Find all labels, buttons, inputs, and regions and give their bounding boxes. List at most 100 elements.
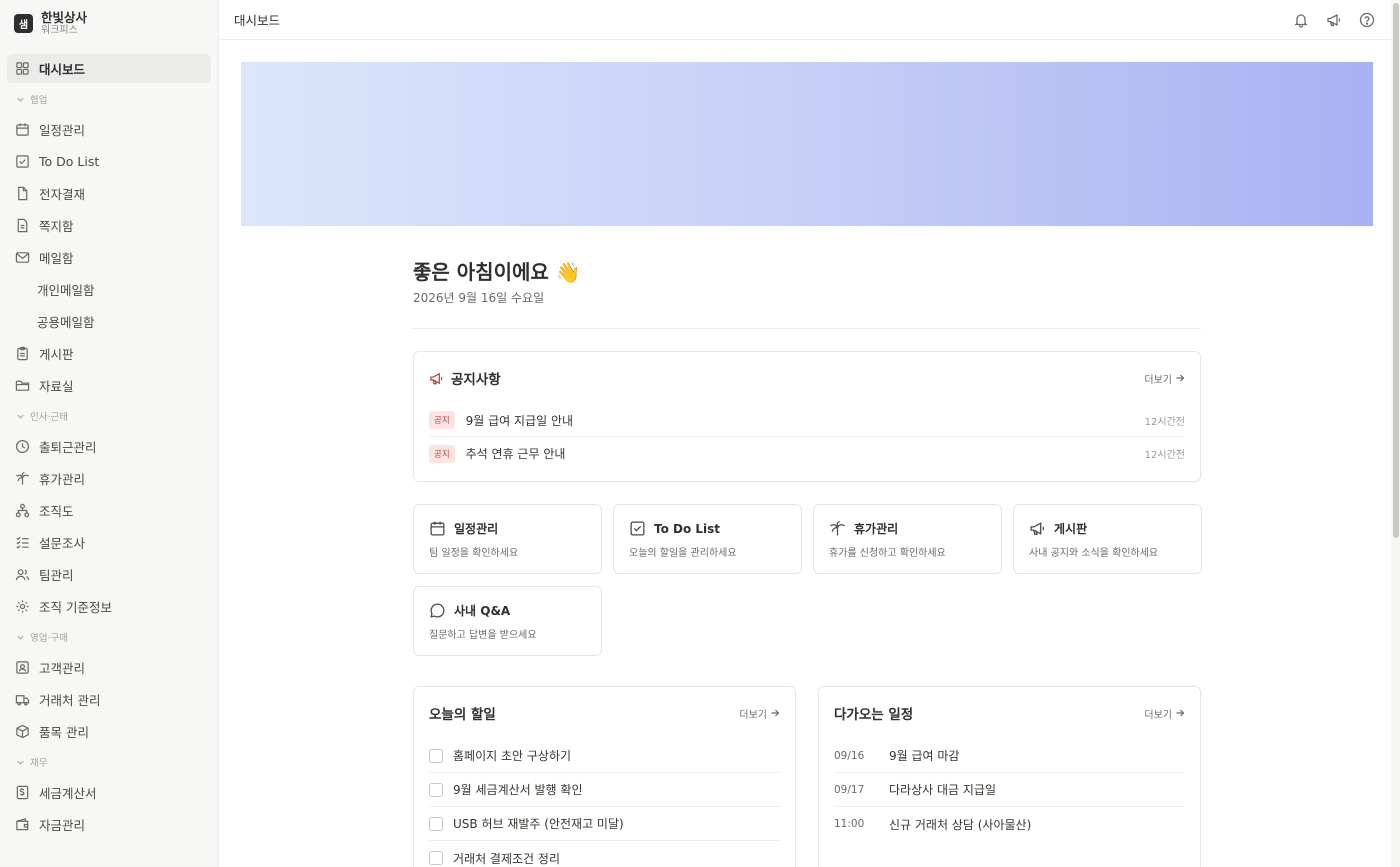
notice-row-title: 9월 급여 지급일 안내 [465,413,574,428]
sidebar-item-mail-shared[interactable]: 공용메일함 [7,307,211,336]
sidebar-item-label: 공용메일함 [37,315,95,330]
scrollbar-thumb[interactable] [1393,3,1399,538]
bell-icon [1293,13,1308,28]
sidebar-item-label: 팀관리 [39,568,74,583]
sidebar-item-label: 메일함 [39,251,74,266]
announcement-button[interactable] [1324,10,1343,29]
notice-row-time: 12시간전 [1144,416,1185,428]
schedule-item[interactable]: 09/17 다라상사 대금 지급일 [834,773,1185,807]
sidebar-item-label: 품목 관리 [39,725,89,740]
divider [413,328,1201,329]
page-title: 대시보드 [234,13,281,28]
quick-link-todo[interactable]: To Do List 오늘의 할일을 관리하세요 [613,504,802,574]
sidebar-item-label: 세금계산서 [39,786,97,801]
sidebar-item-label: To Do List [39,154,100,169]
help-icon [1359,12,1374,27]
todo-item-text: 거래처 결제조건 정리 [453,851,560,866]
sidebar-item-approval[interactable]: 전자결재 [7,179,211,208]
sidebar-item-tax-invoice[interactable]: 세금계산서 [7,778,211,807]
sidebar-item-org[interactable]: 조직도 [7,496,211,525]
upcoming-more-link[interactable]: 더보기 [1144,706,1185,721]
arrow-right-icon [771,709,780,717]
section-collab[interactable]: 협업 [7,88,211,110]
workspace-switcher[interactable]: 샘 한빛상사 워크피스 [0,0,218,46]
todo-item: 9월 세금계산서 발행 확인 [429,773,780,807]
schedule-item[interactable]: 09/16 9월 급여 마감 [834,739,1185,773]
sidebar-item-todo[interactable]: To Do List [7,147,211,176]
page-scrollbar[interactable] [1391,0,1400,867]
sidebar-item-files[interactable]: 자료실 [7,371,211,400]
todo-checkbox[interactable] [429,851,443,865]
todo-item: USB 허브 재발주 (안전재고 미달) [429,807,780,841]
notice-row[interactable]: 공지 추석 연휴 근무 안내 12시간전 [429,437,1185,470]
sidebar-item-survey[interactable]: 설문조사 [7,528,211,557]
sidebar-item-mail-personal[interactable]: 개인메일함 [7,275,211,304]
todo-card-title: 오늘의 할일 [429,707,496,723]
quick-link-desc: 오늘의 할일을 관리하세요 [629,548,737,559]
todo-item: 홈페이지 초안 구상하기 [429,739,780,773]
notice-more-link[interactable]: 더보기 [1144,371,1185,386]
notice-title: 공지사항 [451,372,501,388]
todo-checkbox[interactable] [429,748,443,763]
sidebar: 샘 한빛상사 워크피스 대시보드 협업 일정관리 To Do List 전자결재 [0,0,219,867]
upcoming-card: 다가오는 일정 더보기 09/16 9월 급여 마감 09/17 다라상사 대금… [818,686,1201,867]
sidebar-item-customer[interactable]: 고객관리 [7,653,211,682]
sidebar-item-memo[interactable]: 쪽지함 [7,211,211,240]
more-label: 더보기 [1144,374,1172,386]
megaphone-icon [429,371,444,386]
calendar-icon [429,520,446,537]
arrow-right-icon [1176,374,1185,382]
chevron-down-icon [17,414,24,419]
quick-link-board[interactable]: 게시판 사내 공지와 소식을 확인하세요 [1013,504,1202,574]
quick-link-desc: 질문하고 답변을 받으세요 [429,630,537,641]
sidebar-item-attendance[interactable]: 출퇴근관리 [7,432,211,461]
schedule-item[interactable]: 11:00 신규 거래처 상담 (사아물산) [834,807,1185,841]
todo-checkbox[interactable] [429,782,443,797]
quick-link-title: 휴가관리 [854,522,899,536]
quick-link-qna[interactable]: 사내 Q&A 질문하고 답변을 받으세요 [413,586,602,656]
quick-link-desc: 팀 일정을 확인하세요 [429,548,519,559]
schedule-date: 09/16 [834,749,865,762]
schedule-date: 09/17 [834,783,865,796]
sidebar-item-org-standard[interactable]: 조직 기준정보 [7,592,211,621]
chevron-down-icon [17,97,24,102]
notification-bell-button[interactable] [1291,10,1310,29]
section-sales[interactable]: 영업·구매 [7,626,211,648]
note-icon [15,218,30,233]
sidebar-item-product[interactable]: 품목 관리 [7,717,211,746]
greeting-title: 좋은 아침이에요 👋 [413,260,581,284]
section-hr[interactable]: 인사·근태 [7,405,211,427]
sidebar-item-schedule[interactable]: 일정관리 [7,115,211,144]
palm-tree-icon [15,471,30,486]
section-label: 인사·근태 [30,412,68,423]
contact-icon [15,660,30,675]
top-header: 대시보드 [219,0,1391,40]
schedule-title: 다라상사 대금 지급일 [889,783,996,797]
help-button[interactable] [1357,10,1376,29]
notice-row[interactable]: 공지 9월 급여 지급일 안내 12시간전 [429,404,1185,437]
sidebar-item-board[interactable]: 게시판 [7,339,211,368]
todo-checkbox[interactable] [429,816,443,831]
sidebar-item-leave[interactable]: 휴가관리 [7,464,211,493]
sidebar-item-team[interactable]: 팀관리 [7,560,211,589]
sidebar-item-label: 쪽지함 [39,219,74,234]
org-chart-icon [15,503,30,518]
notice-tag: 공지 [429,444,455,463]
quick-link-desc: 사내 공지와 소식을 확인하세요 [1029,548,1159,559]
chevron-down-icon [17,635,24,640]
notice-tag: 공지 [429,411,455,429]
sidebar-item-funds[interactable]: 자금관리 [7,810,211,839]
sidebar-item-dashboard[interactable]: 대시보드 [7,54,211,83]
sidebar-item-vendor[interactable]: 거래처 관리 [7,685,211,714]
mail-icon [15,250,30,265]
section-finance[interactable]: 재무 [7,751,211,773]
todo-item-text: 홈페이지 초안 구상하기 [453,749,572,763]
grid-icon [15,61,30,76]
quick-link-leave[interactable]: 휴가관리 휴가를 신청하고 확인하세요 [813,504,1002,574]
quick-link-title: 사내 Q&A [454,604,511,618]
sidebar-item-mail[interactable]: 메일함 [7,243,211,272]
schedule-title: 9월 급여 마감 [889,749,960,763]
workspace-subtitle: 워크피스 [41,24,78,36]
quick-link-schedule[interactable]: 일정관리 팀 일정을 확인하세요 [413,504,602,574]
todo-more-link[interactable]: 더보기 [739,706,780,721]
